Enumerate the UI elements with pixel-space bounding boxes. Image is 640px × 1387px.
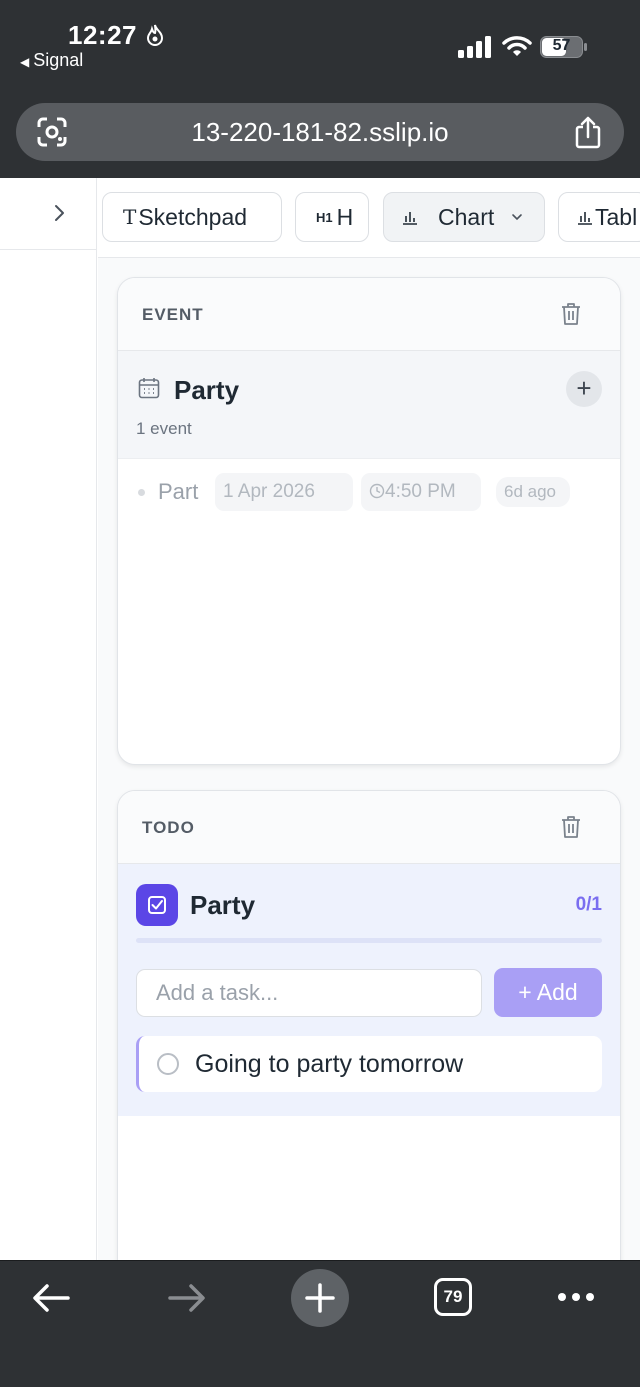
event-count: 1 event	[136, 419, 192, 438]
more-options-icon[interactable]	[556, 1291, 596, 1303]
bar-chart-icon	[403, 212, 417, 225]
todo-card: TODO Party 0/1 + Add Going to party tomo…	[117, 790, 621, 1260]
todo-card-type-label: TODO	[142, 818, 195, 837]
back-app-label: Signal	[33, 50, 84, 70]
back-arrow-icon[interactable]	[32, 1283, 70, 1313]
event-row[interactable]: Part 1 Apr 2026 4:50 PM 6d ago	[118, 459, 620, 523]
heading-label: H	[336, 203, 354, 230]
todo-checkbox-icon	[136, 884, 178, 926]
event-card: EVENT Party 1 event + Part 1 Apr 2026 4:…	[117, 277, 621, 765]
todo-card-header: TODO	[118, 791, 620, 864]
todo-item-checkbox[interactable]	[157, 1053, 179, 1075]
status-time: 12:27	[68, 20, 137, 50]
clock-icon	[369, 483, 385, 499]
event-card-type-label: EVENT	[142, 305, 204, 324]
todo-list: Party 0/1 + Add Going to party tomorrow	[118, 864, 620, 1116]
todo-progress-bar	[136, 938, 602, 943]
event-bullet	[138, 489, 145, 496]
event-time-chip[interactable]: 4:50 PM	[361, 473, 481, 511]
expand-sidebar-chevron-icon[interactable]	[52, 204, 66, 222]
main-content: T Sketchpad H1 H Chart Tabl EVENT Party …	[98, 178, 640, 1260]
event-time: 4:50 PM	[385, 481, 456, 502]
sketchpad-button[interactable]: T Sketchpad	[102, 192, 282, 242]
add-task-button[interactable]: + Add	[494, 968, 602, 1017]
event-date-chip[interactable]: 1 Apr 2026	[215, 473, 353, 511]
todo-list-title: Party	[190, 890, 256, 920]
forward-arrow-icon[interactable]	[168, 1283, 206, 1313]
text-glyph-icon: T	[123, 205, 137, 229]
address-bar[interactable]: 13-220-181-82.sslip.io	[16, 103, 624, 161]
checklist-icon	[148, 896, 166, 914]
url-text: 13-220-181-82.sslip.io	[191, 117, 449, 147]
share-icon[interactable]	[574, 115, 602, 149]
event-group: Party 1 event +	[118, 351, 620, 459]
table-button[interactable]: Tabl	[558, 192, 640, 242]
wifi-icon	[502, 36, 532, 56]
table-chart-icon	[578, 212, 592, 225]
add-event-button[interactable]: +	[566, 371, 602, 407]
event-name: Part	[158, 479, 199, 504]
sidebar-divider	[0, 249, 97, 250]
trash-icon[interactable]	[560, 302, 582, 326]
insert-toolbar: T Sketchpad H1 H Chart Tabl	[98, 178, 640, 258]
plus-icon	[305, 1283, 335, 1313]
event-group-title: Party	[174, 375, 240, 405]
browser-bottom-toolbar: 79	[0, 1260, 640, 1387]
event-card-header: EVENT	[118, 278, 620, 351]
heading-button[interactable]: H1 H	[295, 192, 369, 242]
new-tab-button[interactable]	[291, 1269, 349, 1327]
cellular-signal-icon	[458, 36, 491, 58]
add-task-input[interactable]	[136, 969, 482, 1017]
browser-top-chrome: 12:27 ◀ Signal 57 13-220-181-82.sslip.io	[0, 0, 640, 178]
chart-dropdown-button[interactable]: Chart	[383, 192, 545, 242]
battery-level: 57	[552, 37, 571, 54]
collapsed-sidebar	[0, 178, 97, 1260]
heading-glyph-icon: H1	[316, 209, 333, 225]
todo-progress-count: 0/1	[575, 894, 602, 915]
todo-item-text: Going to party tomorrow	[195, 1050, 464, 1078]
calendar-icon	[138, 378, 160, 399]
battery-indicator: 57	[540, 36, 588, 58]
table-label: Tabl	[595, 203, 638, 230]
tab-switcher-button[interactable]: 79	[434, 1278, 472, 1316]
sketchpad-label: Sketchpad	[138, 203, 248, 230]
back-triangle-icon: ◀	[20, 55, 30, 69]
chevron-down-icon	[512, 214, 523, 221]
event-relative-time: 6d ago	[496, 477, 570, 507]
chart-label: Chart	[438, 203, 495, 230]
back-to-app-link[interactable]: ◀ Signal	[20, 50, 83, 71]
flame-icon	[146, 24, 164, 46]
todo-item[interactable]: Going to party tomorrow	[136, 1036, 602, 1092]
trash-icon[interactable]	[560, 815, 582, 839]
